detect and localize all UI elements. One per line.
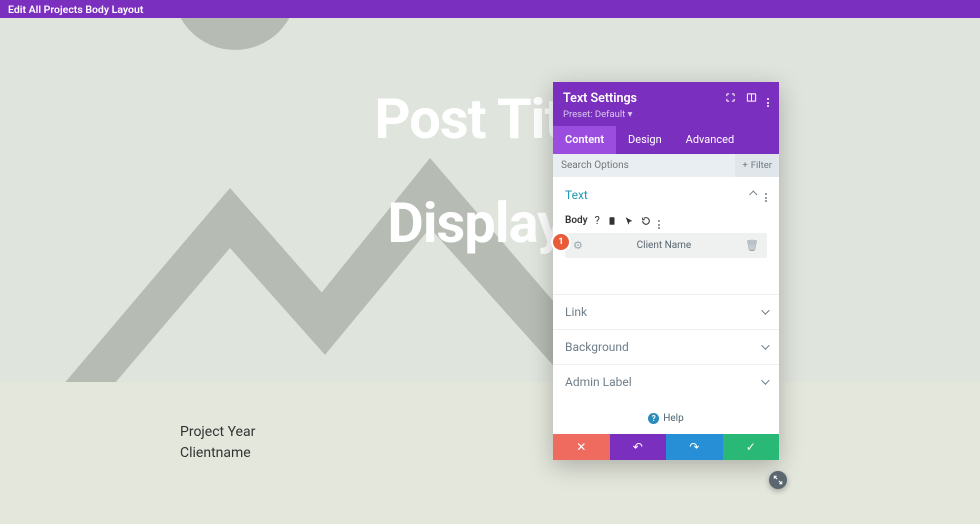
settings-panel: Text Settings Preset: Default ▾ Content … [553,82,779,460]
panel-title: Text Settings [563,91,637,106]
tabs: Content Design Advanced [553,126,779,154]
annotation-marker-1: 1 [553,234,569,250]
chevron-up-icon [751,189,757,200]
body-label: Body [565,215,588,226]
expand-icon[interactable] [725,92,736,106]
help-badge-icon: ? [648,413,659,424]
panel-header[interactable]: Text Settings Preset: Default ▾ [553,82,779,126]
cancel-button[interactable]: ✕ [553,434,610,460]
panel-footer: ✕ ↶ ↷ ✓ [553,434,779,460]
hero-text: Post Title Display I [0,86,980,256]
chevron-down-icon [761,342,767,353]
section-background-header[interactable]: Background [553,329,779,364]
chevron-down-icon [761,377,767,388]
columns-icon[interactable] [746,92,757,106]
chevron-down-icon [761,307,767,318]
plus-icon: + [742,160,747,171]
top-bar-title: Edit All Projects Body Layout [8,3,143,16]
tab-design[interactable]: Design [616,126,674,154]
redo-button[interactable]: ↷ [666,434,723,460]
search-row: + Filter [553,154,779,177]
section-admin-label-header[interactable]: Admin Label [553,364,779,399]
gear-icon[interactable]: ⚙ [573,239,583,252]
save-button[interactable]: ✓ [723,434,780,460]
section-admin-title: Admin Label [565,375,632,389]
top-bar: Edit All Projects Body Layout [0,0,980,18]
body-field[interactable]: 1 ⚙ Client Name 🗑 [565,233,767,258]
more-icon[interactable] [767,90,769,107]
hover-icon[interactable] [624,216,634,226]
body-more-icon[interactable] [658,212,660,229]
hero-title-line2: Display I [0,190,980,256]
section-background-title: Background [565,340,629,354]
body-section: Project Year Clientname [0,382,980,524]
undo-button[interactable]: ↶ [610,434,667,460]
section-text-title: Text [565,188,588,202]
preset-label[interactable]: Preset: Default ▾ [563,109,769,120]
body-field-value: Client Name [583,240,745,251]
expand-fab[interactable] [769,471,787,489]
help-link[interactable]: ? Help [553,399,779,434]
tab-advanced[interactable]: Advanced [674,126,746,154]
filter-label: Filter [751,160,772,171]
section-link-header[interactable]: Link [553,294,779,329]
section-more-icon[interactable] [765,187,767,202]
search-input[interactable] [553,154,735,177]
tab-content[interactable]: Content [553,126,616,154]
section-link-title: Link [565,305,587,319]
help-text: Help [663,413,683,424]
hero-area: Post Title Display I [0,18,980,382]
tablet-icon[interactable] [607,216,617,226]
body-field-toolbar: Body ? [565,212,767,229]
hero-title-line1: Post Title [0,86,980,152]
section-text-header[interactable]: Text [553,177,779,212]
filter-button[interactable]: + Filter [735,154,779,177]
reset-icon[interactable] [641,216,651,226]
trash-icon[interactable]: 🗑 [745,239,759,252]
help-icon[interactable]: ? [595,214,600,227]
